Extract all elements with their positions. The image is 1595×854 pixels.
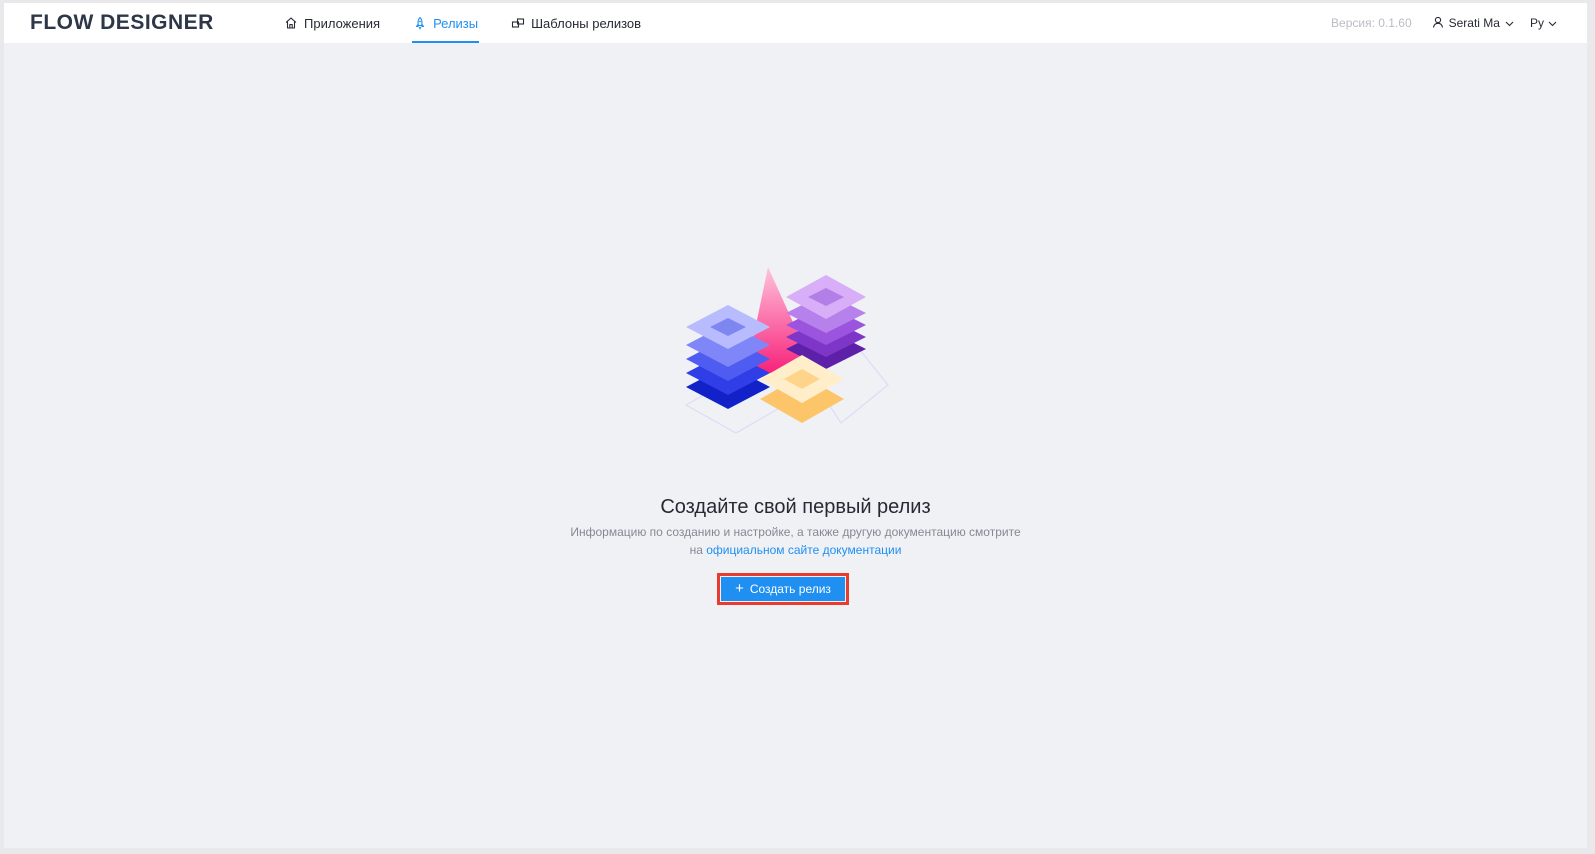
empty-state-description: Информацию по созданию и настройке, а та…: [4, 523, 1587, 559]
create-release-button[interactable]: + Создать релиз: [721, 577, 845, 601]
language-selector[interactable]: Ру: [1530, 16, 1557, 30]
plus-icon: +: [735, 580, 744, 597]
main-nav: Приложения Релизы Шаблоны релизов: [284, 3, 674, 43]
description-prefix: на: [689, 543, 703, 557]
user-name: Serati Ma: [1448, 16, 1500, 30]
templates-icon: [511, 16, 525, 30]
create-release-label: Создать релиз: [749, 582, 831, 596]
app-logo: FLOW DESIGNER: [30, 11, 214, 34]
user-icon: [1432, 16, 1444, 31]
top-header: FLOW DESIGNER Приложения Релизы Шаблоны …: [4, 3, 1587, 43]
nav-item-label: Приложения: [304, 15, 381, 31]
chevron-down-icon: [1505, 19, 1514, 28]
description-line-1: Информацию по созданию и настройке, а та…: [570, 525, 1021, 539]
rocket-icon: [413, 16, 427, 30]
empty-state-illustration: [676, 265, 896, 450]
nav-item-label: Шаблоны релизов: [531, 15, 642, 31]
chevron-down-icon: [1548, 19, 1557, 28]
nav-item-release-templates[interactable]: Шаблоны релизов: [511, 3, 641, 43]
user-menu[interactable]: Serati Ma: [1432, 16, 1514, 31]
home-icon: [284, 16, 298, 30]
documentation-link[interactable]: официальном сайте документации: [706, 543, 901, 557]
language-label: Ру: [1529, 16, 1544, 30]
description-line-2: на официальном сайте документации: [4, 541, 1587, 559]
nav-item-label: Релизы: [433, 15, 479, 31]
header-right: Версия: 0.1.60 Serati Ma Ру: [1331, 3, 1557, 43]
app-window: FLOW DESIGNER Приложения Релизы Шаблоны …: [4, 3, 1587, 848]
version-label: Версия: 0.1.60: [1331, 16, 1412, 30]
nav-item-releases[interactable]: Релизы: [412, 3, 480, 43]
empty-state-title: Создайте свой первый релиз: [660, 496, 931, 518]
nav-item-applications[interactable]: Приложения: [284, 3, 380, 43]
